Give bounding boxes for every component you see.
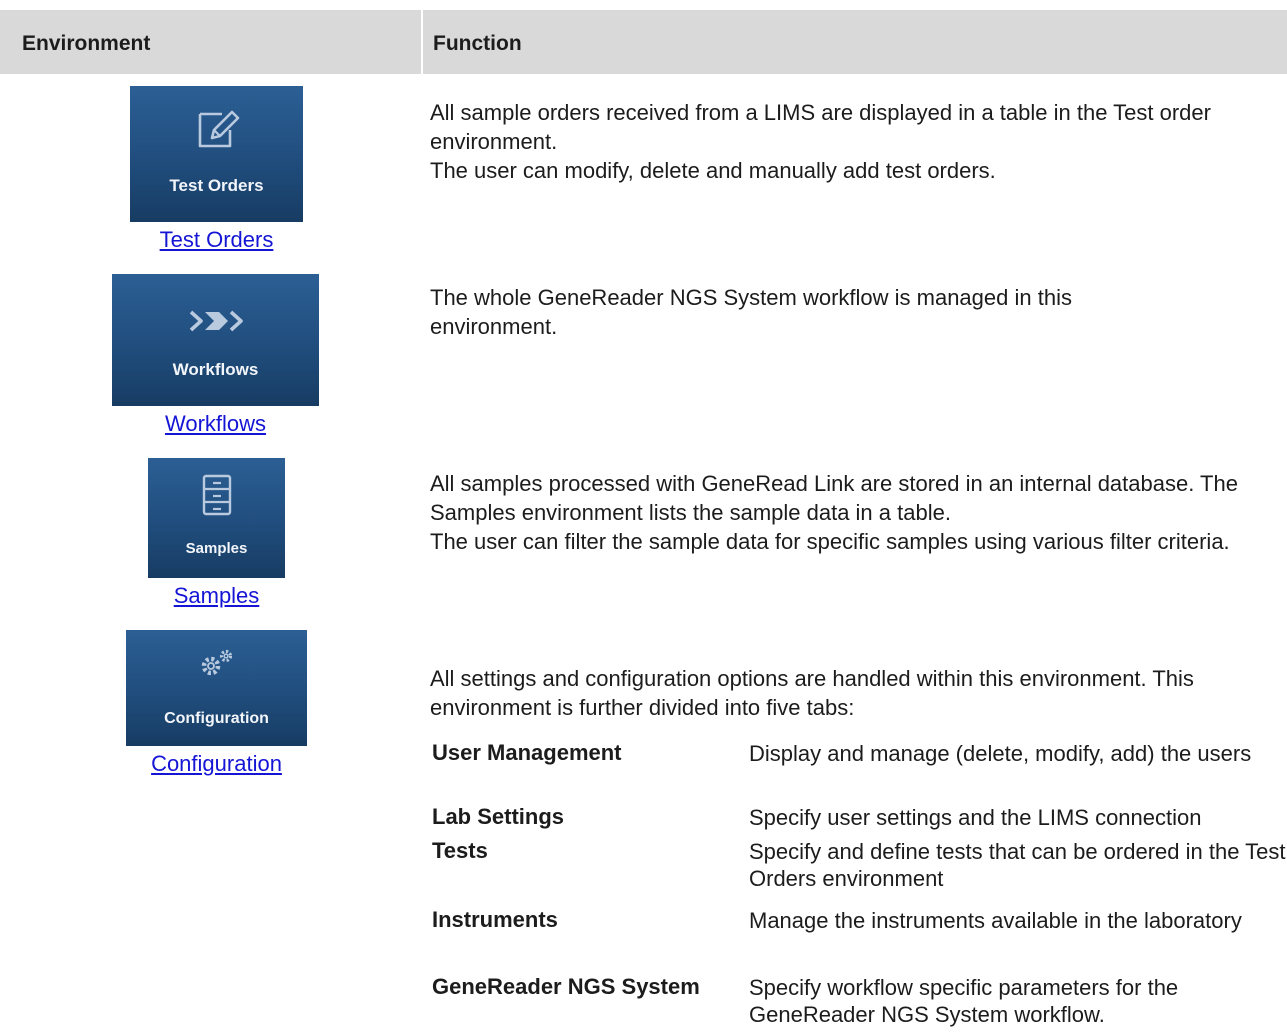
configuration-link[interactable]: Configuration	[126, 751, 307, 777]
test-orders-link[interactable]: Test Orders	[130, 227, 303, 253]
tab-desc-instruments: Manage the instruments available in the …	[749, 908, 1242, 933]
samples-para-2: The user can filter the sample data for …	[430, 529, 1230, 554]
test-orders-tile[interactable]: Test Orders	[130, 86, 303, 222]
tab-desc-genereader-ngs-system: Specify workflow specific parameters for…	[749, 975, 1179, 1027]
configuration-para-1: All settings and configuration options a…	[430, 666, 1194, 720]
function-column-header: Function	[433, 32, 522, 55]
tab-desc-user-management: Display and manage (delete, modify, add)…	[749, 741, 1252, 766]
test-orders-tile-label: Test Orders	[169, 176, 264, 195]
workflows-para-1: The whole GeneReader NGS System workflow…	[430, 285, 1072, 339]
workflows-tile-label: Workflows	[172, 360, 259, 379]
test-orders-para-2: The user can modify, delete and manually…	[430, 158, 996, 183]
edit-order-icon	[198, 110, 239, 148]
tab-desc-tests: Specify and define tests that can be ord…	[749, 839, 1286, 891]
tab-name-user-management: User Management	[432, 740, 622, 765]
workflows-tile[interactable]: Workflows	[112, 274, 319, 406]
chevrons-icon	[189, 310, 243, 332]
table-header: Environment Function	[0, 10, 1287, 74]
samples-tile[interactable]: Samples	[148, 458, 285, 578]
configuration-tile-label: Configuration	[164, 710, 269, 727]
configuration-description: All settings and configuration options a…	[430, 664, 1280, 722]
samples-link[interactable]: Samples	[148, 583, 285, 609]
workflows-description: The whole GeneReader NGS System workflow…	[430, 283, 1190, 341]
samples-tile-label: Samples	[185, 540, 248, 557]
test-orders-description: All sample orders received from a LIMS a…	[430, 98, 1287, 185]
samples-description: All samples processed with GeneRead Link…	[430, 469, 1240, 556]
environment-column-header: Environment	[22, 32, 151, 55]
samples-para-1: All samples processed with GeneRead Link…	[430, 471, 1238, 525]
tab-name-lab-settings: Lab Settings	[432, 804, 565, 829]
tab-name-instruments: Instruments	[432, 907, 558, 932]
gears-icon	[201, 649, 232, 676]
configuration-tile[interactable]: Configuration	[126, 630, 307, 746]
tab-name-genereader-ngs-system: GeneReader NGS System	[432, 974, 700, 999]
workflows-link[interactable]: Workflows	[112, 411, 319, 437]
tab-name-tests: Tests	[432, 838, 488, 863]
cabinet-icon	[202, 474, 231, 516]
tab-desc-lab-settings: Specify user settings and the LIMS conne…	[749, 805, 1202, 830]
column-divider	[421, 10, 423, 74]
test-orders-para-1: All sample orders received from a LIMS a…	[430, 100, 1211, 154]
